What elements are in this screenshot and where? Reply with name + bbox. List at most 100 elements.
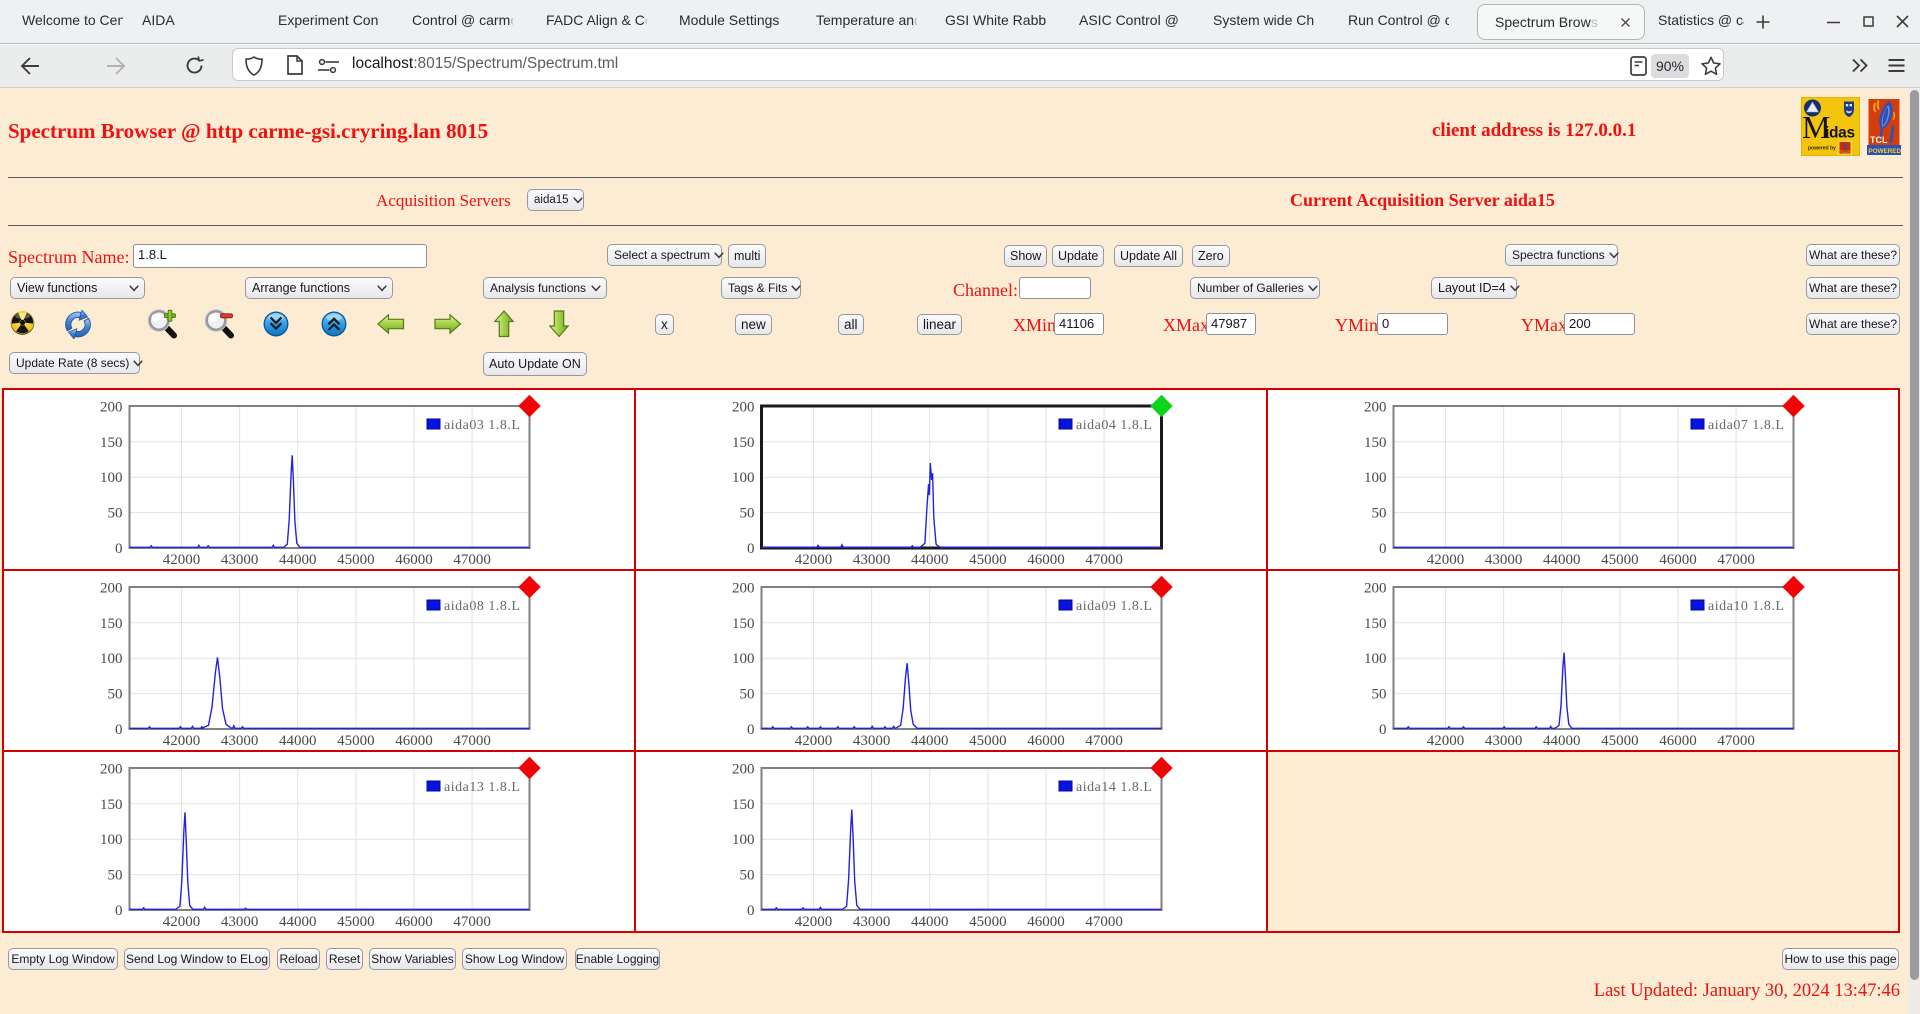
svg-text:0: 0 (747, 722, 755, 738)
svg-text:aida10 1.8.L: aida10 1.8.L (1708, 599, 1784, 614)
svg-text:150: 150 (732, 435, 755, 451)
svg-text:aida04 1.8.L: aida04 1.8.L (1076, 418, 1152, 433)
svg-text:44000: 44000 (279, 733, 317, 749)
svg-text:46000: 46000 (1027, 733, 1065, 749)
svg-text:46000: 46000 (395, 552, 433, 568)
svg-text:46000: 46000 (395, 914, 433, 930)
svg-text:100: 100 (100, 651, 123, 667)
svg-text:100: 100 (732, 651, 755, 667)
svg-text:TCL/TK: TCL/TK (1840, 150, 1853, 154)
svg-text:43000: 43000 (1485, 733, 1523, 749)
svg-text:aida07 1.8.L: aida07 1.8.L (1708, 418, 1784, 433)
svg-text:200: 200 (1364, 399, 1387, 415)
svg-text:47000: 47000 (1085, 552, 1123, 568)
svg-text:150: 150 (1364, 616, 1387, 632)
svg-text:47000: 47000 (1717, 733, 1755, 749)
svg-text:200: 200 (732, 580, 755, 596)
svg-text:44000: 44000 (911, 552, 949, 568)
svg-text:47000: 47000 (453, 552, 491, 568)
svg-text:aida03 1.8.L: aida03 1.8.L (444, 418, 520, 433)
svg-text:100: 100 (732, 470, 755, 486)
svg-text:200: 200 (732, 399, 755, 415)
svg-text:45000: 45000 (969, 914, 1007, 930)
svg-text:0: 0 (1379, 541, 1387, 557)
svg-text:0: 0 (115, 903, 123, 919)
svg-text:45000: 45000 (1601, 552, 1639, 568)
svg-text:45000: 45000 (337, 733, 375, 749)
svg-text:idas: idas (1825, 125, 1855, 142)
svg-text:150: 150 (1364, 435, 1387, 451)
svg-text:46000: 46000 (395, 733, 433, 749)
svg-text:100: 100 (1364, 470, 1387, 486)
svg-text:150: 150 (100, 797, 123, 813)
svg-text:TCL: TCL (1870, 135, 1888, 145)
svg-text:150: 150 (100, 435, 123, 451)
svg-text:47000: 47000 (1085, 733, 1123, 749)
svg-text:43000: 43000 (853, 914, 891, 930)
svg-text:0: 0 (115, 541, 123, 557)
svg-text:45000: 45000 (969, 552, 1007, 568)
svg-text:0: 0 (747, 903, 755, 919)
svg-text:0: 0 (747, 541, 755, 557)
svg-text:50: 50 (108, 868, 123, 884)
svg-text:powered by: powered by (1808, 146, 1836, 152)
svg-text:50: 50 (1372, 687, 1387, 703)
svg-text:50: 50 (108, 506, 123, 522)
svg-text:150: 150 (732, 797, 755, 813)
svg-text:43000: 43000 (853, 733, 891, 749)
svg-text:45000: 45000 (337, 914, 375, 930)
svg-text:aida14 1.8.L: aida14 1.8.L (1076, 780, 1152, 795)
svg-text:42000: 42000 (163, 733, 201, 749)
svg-text:100: 100 (100, 470, 123, 486)
svg-text:42000: 42000 (163, 914, 201, 930)
svg-text:50: 50 (740, 506, 755, 522)
svg-text:100: 100 (732, 832, 755, 848)
svg-text:45000: 45000 (969, 733, 1007, 749)
svg-text:100: 100 (1364, 651, 1387, 667)
svg-text:45000: 45000 (337, 552, 375, 568)
svg-text:44000: 44000 (279, 914, 317, 930)
svg-text:43000: 43000 (1485, 552, 1523, 568)
svg-text:200: 200 (100, 399, 123, 415)
svg-text:44000: 44000 (911, 914, 949, 930)
svg-text:200: 200 (100, 761, 123, 777)
svg-text:50: 50 (740, 687, 755, 703)
svg-text:43000: 43000 (221, 733, 259, 749)
svg-text:43000: 43000 (853, 552, 891, 568)
svg-text:47000: 47000 (1717, 552, 1755, 568)
svg-text:46000: 46000 (1659, 733, 1697, 749)
svg-text:200: 200 (1364, 580, 1387, 596)
svg-text:aida13 1.8.L: aida13 1.8.L (444, 780, 520, 795)
svg-text:100: 100 (100, 832, 123, 848)
svg-text:50: 50 (1372, 506, 1387, 522)
svg-text:42000: 42000 (1427, 552, 1465, 568)
svg-text:47000: 47000 (453, 914, 491, 930)
svg-text:42000: 42000 (795, 733, 833, 749)
svg-text:44000: 44000 (1543, 552, 1581, 568)
svg-text:44000: 44000 (1543, 733, 1581, 749)
svg-text:200: 200 (732, 761, 755, 777)
svg-text:44000: 44000 (279, 552, 317, 568)
svg-text:150: 150 (732, 616, 755, 632)
svg-text:47000: 47000 (1085, 914, 1123, 930)
svg-text:aida08 1.8.L: aida08 1.8.L (444, 599, 520, 614)
svg-text:42000: 42000 (163, 552, 201, 568)
svg-text:42000: 42000 (1427, 733, 1465, 749)
svg-text:0: 0 (115, 722, 123, 738)
svg-text:46000: 46000 (1659, 552, 1697, 568)
svg-text:47000: 47000 (453, 733, 491, 749)
svg-text:POWERED: POWERED (1869, 148, 1902, 155)
svg-text:44000: 44000 (911, 733, 949, 749)
svg-text:46000: 46000 (1027, 552, 1065, 568)
svg-text:50: 50 (108, 687, 123, 703)
svg-text:43000: 43000 (221, 552, 259, 568)
svg-text:200: 200 (100, 580, 123, 596)
svg-text:42000: 42000 (795, 914, 833, 930)
svg-text:46000: 46000 (1027, 914, 1065, 930)
svg-text:0: 0 (1379, 722, 1387, 738)
svg-text:42000: 42000 (795, 552, 833, 568)
svg-text:50: 50 (740, 868, 755, 884)
svg-text:150: 150 (100, 616, 123, 632)
svg-text:aida09 1.8.L: aida09 1.8.L (1076, 599, 1152, 614)
svg-text:43000: 43000 (221, 914, 259, 930)
